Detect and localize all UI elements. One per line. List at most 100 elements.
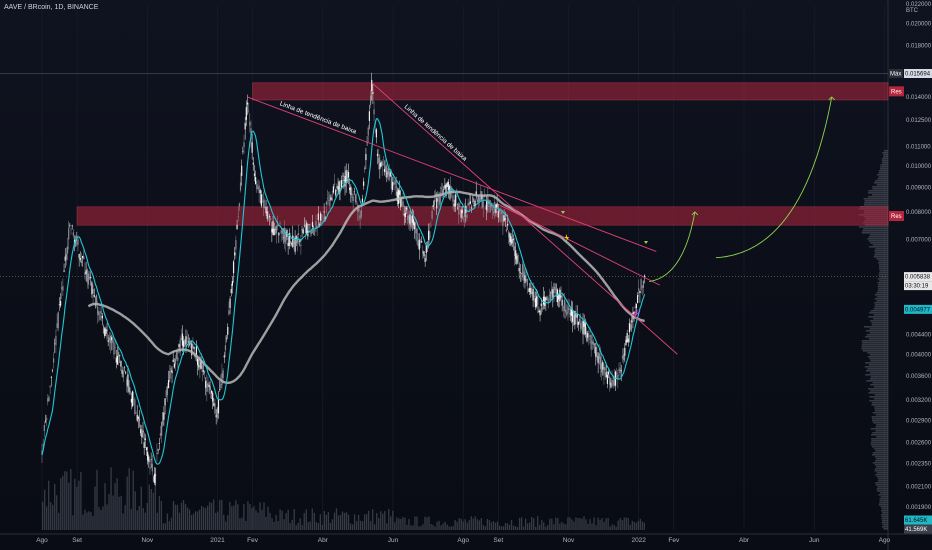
candle-body — [122, 371, 124, 378]
volume-profile-bar — [880, 164, 888, 166]
candle-body — [416, 228, 418, 242]
candle-body — [85, 270, 87, 275]
volume-bar — [132, 470, 134, 530]
candle-body — [77, 239, 79, 245]
candle-body — [172, 359, 174, 362]
volume-bar — [229, 502, 231, 530]
candle-body — [468, 202, 470, 206]
volume-bar — [454, 520, 456, 530]
candle-body — [419, 240, 422, 243]
candle-body — [84, 272, 86, 275]
volume-bar — [142, 508, 144, 530]
volume-bar — [406, 524, 408, 530]
candle-body — [205, 380, 207, 388]
price-tick: 0.002100 — [906, 485, 932, 491]
volume-bar — [120, 495, 122, 530]
candle-body — [318, 224, 321, 226]
price-tag-value: 0.004977 — [905, 307, 931, 313]
candle-body — [264, 206, 266, 209]
candle-body — [116, 355, 119, 365]
candle-body — [86, 269, 88, 283]
candle-body — [529, 288, 531, 292]
volume-bar — [207, 505, 209, 530]
candle-body — [577, 321, 579, 325]
volume-profile-bar — [878, 504, 888, 506]
volume-bars — [42, 467, 646, 530]
candle-body — [154, 473, 156, 483]
volume-profile-bar — [878, 478, 888, 480]
volume-bar — [303, 513, 305, 530]
volume-bar — [215, 512, 217, 530]
candle-body — [594, 343, 596, 345]
volume-profile-bar — [879, 500, 888, 502]
candle-body — [111, 337, 113, 341]
candle-body — [484, 208, 487, 209]
volume-bar — [74, 478, 76, 530]
candle-body — [627, 338, 629, 343]
volume-profile-bar — [871, 322, 888, 324]
volume-bar — [202, 507, 205, 530]
candle-body — [423, 251, 425, 257]
candle-body — [158, 443, 160, 444]
candle-body — [255, 177, 257, 185]
candle-body — [253, 173, 256, 176]
candle-body — [444, 185, 446, 189]
volume-bar — [547, 525, 549, 530]
candle-body — [523, 271, 525, 281]
candle-body — [331, 198, 333, 201]
candle-body — [361, 198, 364, 203]
candle-body — [127, 374, 129, 388]
candle-body — [297, 233, 300, 235]
price-chart[interactable]: Linha de tendência de baixa Linha de tend… — [0, 0, 932, 550]
volume-profile-bar — [881, 522, 888, 524]
time-tick: Abr — [318, 537, 329, 544]
candle-body — [462, 219, 465, 220]
volume-bar — [58, 512, 60, 530]
volume-bar — [376, 513, 378, 530]
candle-body — [535, 296, 538, 307]
candle-body — [222, 370, 224, 378]
candle-body — [551, 289, 553, 295]
candle-body — [237, 216, 239, 217]
candle-body — [581, 321, 583, 323]
candle-body — [315, 220, 317, 228]
candle-body — [431, 210, 433, 219]
candle-body — [509, 233, 511, 243]
candle-body — [167, 380, 170, 389]
volume-profile-bar — [881, 520, 888, 522]
volume-bar — [541, 519, 543, 530]
volume-profile-bar — [870, 242, 888, 244]
candle-body — [476, 199, 478, 202]
volume-bar — [386, 523, 388, 530]
volume-bar — [180, 502, 183, 530]
candle-body — [119, 355, 121, 356]
candle-body — [53, 358, 55, 363]
candle-body — [424, 257, 426, 263]
candle-body — [412, 219, 415, 226]
volume-bar — [543, 522, 545, 530]
volume-profile-bar — [873, 386, 888, 388]
volume-bar — [440, 525, 442, 530]
volume-bar — [299, 518, 301, 530]
candle-body — [479, 197, 481, 202]
volume-profile-bar — [870, 384, 888, 386]
volume-bar — [464, 519, 466, 530]
candle-body — [561, 299, 563, 306]
candle-body — [417, 241, 419, 247]
volume-profile-bar — [878, 176, 888, 178]
volume-bar — [498, 525, 501, 530]
candle-body — [311, 222, 314, 227]
volume-profile-bar — [874, 398, 888, 400]
candle-body — [107, 340, 109, 342]
candle-body — [583, 321, 585, 327]
candle-body — [155, 474, 157, 476]
candle-body — [142, 430, 144, 433]
volume-bar — [172, 501, 175, 530]
volume-bar — [510, 519, 513, 530]
volume-profile-bar — [882, 524, 888, 526]
candle-body — [273, 228, 275, 236]
candle-body — [280, 230, 282, 234]
candle-body — [505, 229, 507, 232]
volume-bar — [424, 516, 426, 530]
volume-profile-bar — [876, 292, 888, 294]
